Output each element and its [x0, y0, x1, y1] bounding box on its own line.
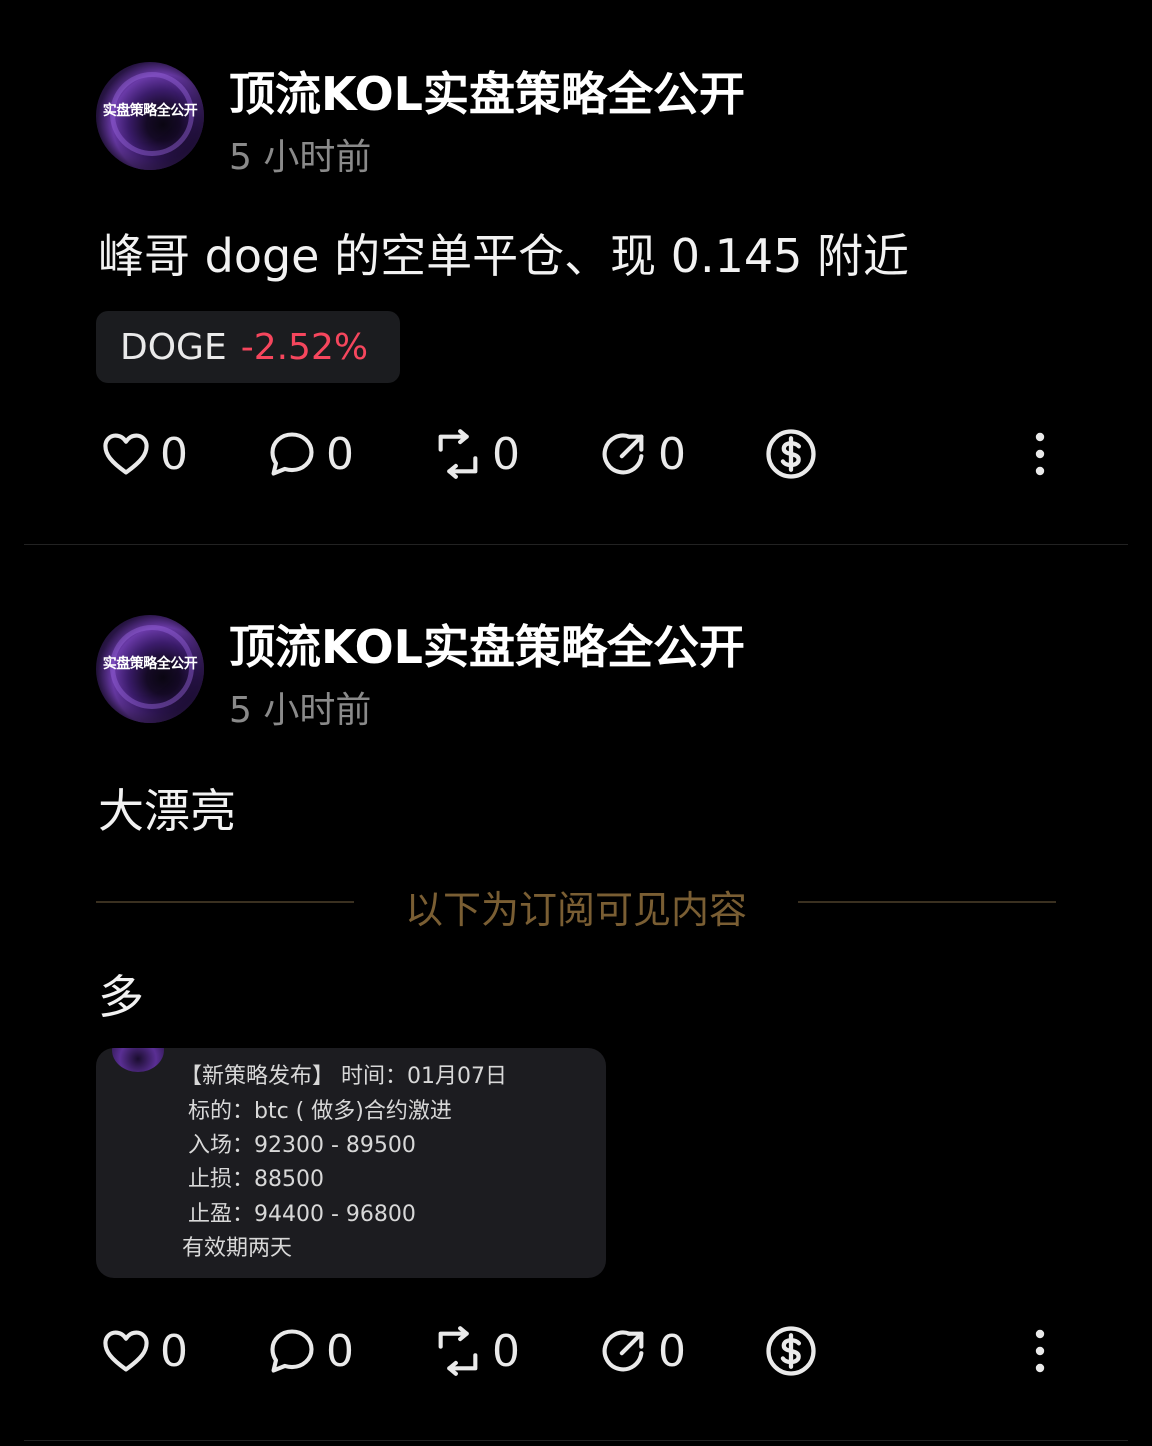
repost-icon — [438, 1326, 478, 1376]
repost-button[interactable]: 0 — [432, 424, 520, 484]
post-content: 大漂亮 — [98, 784, 236, 838]
coin-tag[interactable]: DOGE -2.52% — [96, 311, 400, 383]
image-line: 【新策略发布】 时间：01月07日 — [180, 1064, 507, 1089]
subscriber-divider-right — [798, 901, 1056, 903]
post-1[interactable]: 实盘策略全公开 顶流KOL实盘策略全公开 5 小时前 峰哥 doge 的空单平仓… — [0, 0, 1152, 545]
repost-icon — [438, 429, 478, 479]
image-line: 止损：88500 — [188, 1167, 324, 1192]
image-line: 标的：btc ( 做多)合约激进 — [188, 1099, 452, 1124]
post-content: 峰哥 doge 的空单平仓、现 0.145 附近 — [98, 229, 910, 283]
heart-icon — [103, 1330, 149, 1372]
comment-count: 0 — [326, 1325, 354, 1377]
avatar-text: 实盘策略全公开 — [102, 656, 198, 672]
post-image[interactable]: 【新策略发布】 时间：01月07日 标的：btc ( 做多)合约激进 入场：92… — [96, 1048, 606, 1278]
coin-symbol: DOGE — [120, 326, 227, 368]
post-divider — [24, 1440, 1128, 1441]
like-button[interactable]: 0 — [100, 1321, 188, 1381]
share-count: 0 — [658, 1325, 686, 1377]
more-button[interactable] — [1028, 1321, 1052, 1381]
avatar[interactable]: 实盘策略全公开 — [96, 615, 204, 723]
subscriber-content: 多 — [98, 970, 144, 1024]
like-count: 0 — [160, 1325, 188, 1377]
share-count: 0 — [658, 428, 686, 480]
image-avatar — [112, 1048, 164, 1072]
image-line: 止盈：94400 - 96800 — [188, 1202, 416, 1227]
post-2[interactable]: 实盘策略全公开 顶流KOL实盘策略全公开 5 小时前 大漂亮 以下为订阅可见内容… — [0, 545, 1152, 1446]
avatar[interactable]: 实盘策略全公开 — [96, 62, 204, 170]
dollar-circle-icon — [766, 1326, 816, 1376]
action-bar: 0 0 0 0 — [0, 424, 1152, 484]
comment-button[interactable]: 0 — [266, 424, 354, 484]
like-button[interactable]: 0 — [100, 424, 188, 484]
post-time: 5 小时前 — [229, 690, 372, 731]
subscriber-divider-left — [96, 901, 354, 903]
more-vertical-icon — [1035, 1329, 1045, 1373]
subscriber-divider-label: 以下为订阅可见内容 — [404, 888, 747, 932]
comment-count: 0 — [326, 428, 354, 480]
avatar-text: 实盘策略全公开 — [102, 103, 198, 119]
share-icon — [602, 1330, 644, 1372]
image-line: 入场：92300 - 89500 — [188, 1133, 416, 1158]
repost-count: 0 — [492, 1325, 520, 1377]
author-name[interactable]: 顶流KOL实盘策略全公开 — [229, 611, 745, 677]
image-line: 有效期两天 — [182, 1236, 293, 1261]
heart-icon — [103, 433, 149, 475]
comment-button[interactable]: 0 — [266, 1321, 354, 1381]
tip-button[interactable] — [764, 1321, 818, 1381]
coin-change: -2.52% — [240, 326, 369, 368]
comment-icon — [270, 432, 314, 476]
tip-button[interactable] — [764, 424, 818, 484]
like-count: 0 — [160, 428, 188, 480]
action-bar: 0 0 0 0 — [0, 1321, 1152, 1381]
repost-button[interactable]: 0 — [432, 1321, 520, 1381]
comment-icon — [270, 1329, 314, 1373]
more-vertical-icon — [1035, 432, 1045, 476]
repost-count: 0 — [492, 428, 520, 480]
dollar-circle-icon — [766, 429, 816, 479]
author-name[interactable]: 顶流KOL实盘策略全公开 — [229, 58, 745, 124]
share-button[interactable]: 0 — [598, 424, 686, 484]
share-icon — [602, 433, 644, 475]
more-button[interactable] — [1028, 424, 1052, 484]
post-time: 5 小时前 — [229, 137, 372, 178]
share-button[interactable]: 0 — [598, 1321, 686, 1381]
